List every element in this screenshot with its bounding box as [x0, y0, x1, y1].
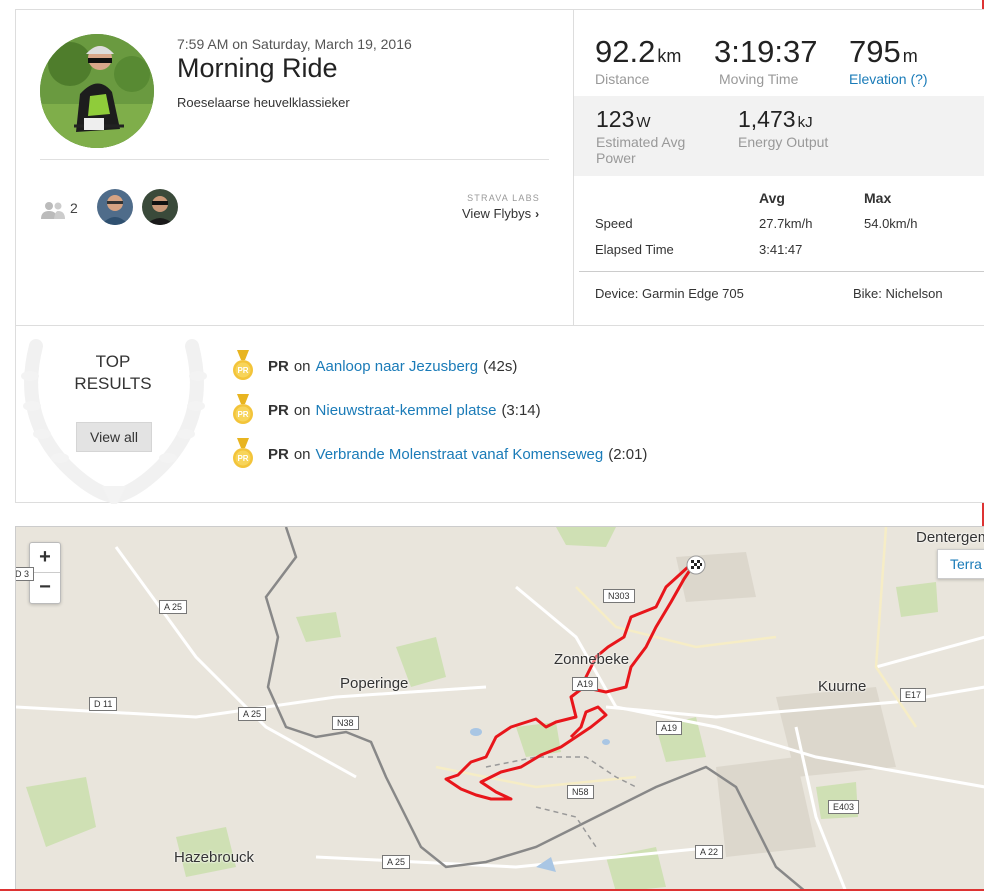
road-shield: A19 [572, 677, 599, 691]
speed-label: Speed [595, 216, 633, 231]
activity-datetime: 7:59 AM on Saturday, March 19, 2016 [177, 36, 412, 52]
road-shield: A 25 [159, 600, 188, 614]
table-divider [579, 271, 984, 272]
road-shield: N58 [567, 785, 594, 799]
moving-time-label: Moving Time [719, 71, 799, 87]
zoom-out-button[interactable]: − [30, 572, 60, 602]
view-flybys-link[interactable]: View Flybys › [462, 206, 539, 221]
road-shield: D 3 [16, 567, 35, 581]
road-shield: N38 [332, 716, 359, 730]
elevation-help-link[interactable]: Elevation (?) [849, 71, 928, 87]
segment-time: (42s) [483, 357, 518, 375]
road-shield: E17 [900, 688, 927, 702]
pr-medal-icon: PR [233, 394, 253, 424]
elevation-unit: m [902, 46, 918, 66]
pr-medal-text: PR [237, 366, 248, 375]
top-results-title-line1: TOP [95, 352, 131, 371]
pr-on: on [293, 445, 311, 463]
energy-stat: 1,473 kJ [738, 106, 813, 133]
route-map[interactable]: + − Terra Poperinge Zonnebeke Kuurne Haz… [15, 526, 984, 891]
activity-card: 7:59 AM on Saturday, March 19, 2016 Morn… [15, 9, 984, 504]
device-info: Device: Garmin Edge 705 [595, 286, 744, 301]
athlete-avatar-2[interactable] [142, 189, 178, 225]
power-value: 123 [596, 106, 635, 132]
road-shield: E403 [828, 800, 860, 814]
segment-time: (3:14) [501, 401, 541, 419]
elevation-value: 795 [849, 34, 901, 69]
road-shield: A 25 [238, 707, 267, 721]
power-label-line2: Power [596, 150, 636, 166]
pr-medal-text: PR [237, 410, 248, 419]
view-all-button[interactable]: View all [76, 422, 152, 452]
elapsed-time-label: Elapsed Time [595, 242, 674, 257]
pr-item: PR PR on Aanloop naar Jezusberg (42s) [232, 350, 517, 382]
bike-info: Bike: Nichelson [853, 286, 943, 301]
segment-link[interactable]: Verbrande Molenstraat vanaf Komenseweg [316, 446, 604, 463]
speed-avg: 27.7km/h [759, 216, 813, 231]
divider [40, 159, 549, 160]
distance-value: 92.2 [595, 34, 656, 69]
elapsed-time-avg: 3:41:47 [759, 242, 803, 257]
top-results-title-line2: RESULTS [74, 374, 152, 393]
pr-badge: PR [268, 357, 289, 375]
road-shield: A 22 [695, 845, 724, 859]
segment-link[interactable]: Nieuwstraat-kemmel platse [316, 402, 497, 419]
energy-unit: kJ [797, 114, 813, 131]
power-stat: 123 W [596, 106, 651, 133]
group-athletes-icon[interactable] [40, 201, 66, 224]
road-shield: A 25 [382, 855, 411, 869]
view-flybys-label: View Flybys [462, 206, 532, 221]
distance-stat: 92.2 km [595, 34, 681, 70]
elevation-stat: 795 m [849, 34, 918, 70]
activity-title: Morning Ride [177, 53, 338, 83]
strava-labs-label: STRAVA LABS [467, 193, 540, 203]
activity-description: Roeselaarse heuvelklassieker [177, 95, 350, 110]
distance-unit: km [657, 46, 682, 66]
chevron-right-icon: › [535, 207, 540, 221]
pr-medal-icon: PR [233, 438, 253, 468]
moving-time-value: 3:19:37 [714, 34, 818, 69]
power-label: Estimated Avg Power [596, 134, 685, 166]
pr-on: on [293, 357, 311, 375]
distance-label: Distance [595, 71, 650, 87]
pr-medal-icon: PR [233, 350, 253, 380]
pr-badge: PR [268, 401, 289, 419]
speed-max: 54.0km/h [864, 216, 918, 231]
pr-medal-text: PR [237, 454, 248, 463]
road-shield: D 11 [89, 697, 118, 711]
road-shield: N303 [603, 589, 635, 603]
segment-time: (2:01) [608, 445, 648, 463]
athlete-avatar[interactable] [40, 34, 154, 148]
max-header: Max [864, 190, 892, 206]
map-canvas [16, 527, 984, 890]
energy-label: Energy Output [738, 134, 829, 150]
place-label: Dentergem [916, 529, 984, 546]
road-shield: A19 [656, 721, 683, 735]
athletes-count: 2 [70, 200, 78, 216]
power-label-line1: Estimated Avg [596, 134, 686, 150]
moving-time-stat: 3:19:37 [714, 34, 817, 70]
energy-value: 1,473 [738, 106, 796, 132]
top-results-title: TOP RESULTS [56, 351, 170, 395]
terrain-toggle-button[interactable]: Terra [937, 549, 984, 579]
athlete-avatar-1[interactable] [97, 189, 133, 225]
place-label: Kuurne [818, 678, 867, 695]
pr-badge: PR [268, 445, 289, 463]
place-label: Poperinge [340, 675, 409, 692]
place-label: Zonnebeke [554, 651, 630, 668]
place-label: Hazebrouck [174, 849, 255, 866]
pr-on: on [293, 401, 311, 419]
pr-item: PR PR on Verbrande Molenstraat vanaf Kom… [232, 438, 647, 470]
power-unit: W [636, 114, 651, 131]
avg-header: Avg [759, 190, 785, 206]
pr-item: PR PR on Nieuwstraat-kemmel platse (3:14… [232, 394, 541, 426]
zoom-in-button[interactable]: + [30, 543, 60, 572]
segment-link[interactable]: Aanloop naar Jezusberg [316, 358, 479, 375]
